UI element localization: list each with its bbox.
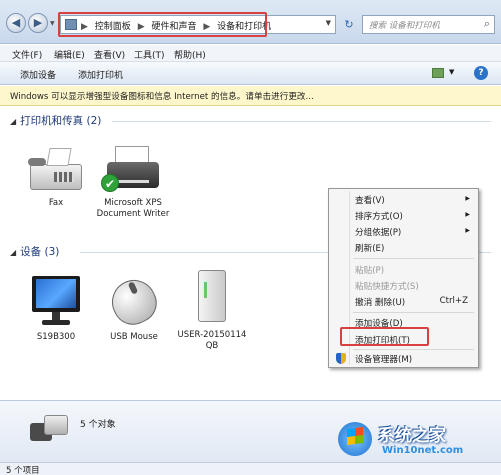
printer-icon: ✔: [101, 146, 163, 194]
info-bar[interactable]: Windows 可以显示增强型设备图标和信息 Internet 的信息。请单击进…: [0, 86, 501, 106]
add-device-button[interactable]: 添加设备: [20, 68, 56, 81]
devices-group-label: 设备 (3): [20, 246, 60, 258]
forward-arrow-icon[interactable]: ▶: [28, 13, 48, 33]
menu-file[interactable]: 文件(F): [12, 48, 42, 61]
device-computer[interactable]: USER-20150114 QB: [172, 270, 252, 352]
device-label: Microsoft XPS Document Writer: [96, 198, 170, 219]
menu-item-shortcut: Ctrl+Z: [439, 296, 468, 306]
change-view-icon[interactable]: [432, 68, 444, 78]
menu-item-label: 排序方式(O): [355, 212, 403, 222]
device-label: S19B300: [36, 332, 76, 342]
devices-group-header[interactable]: ◢ 设备 (3): [10, 244, 59, 259]
menu-item-label: 查看(V): [355, 196, 385, 206]
search-icon[interactable]: ⌕: [484, 17, 490, 31]
monitor-icon: [28, 276, 84, 328]
object-count: 5 个对象: [80, 420, 116, 430]
watermark: 系统之家 Win10net.com: [338, 418, 498, 464]
search-input[interactable]: 搜索 设备和打印机 ⌕: [362, 15, 495, 34]
menu-item-device-manager[interactable]: 设备管理器(M): [331, 351, 476, 366]
device-xps-writer[interactable]: ✔ Microsoft XPS Document Writer: [93, 146, 173, 220]
menu-item-label: 撤消 删除(U): [355, 298, 406, 308]
menu-item-paste: 粘贴(P): [331, 262, 476, 277]
submenu-arrow-icon: ▶: [465, 227, 470, 234]
command-bar: 添加设备 添加打印机 ▼ ?: [0, 62, 501, 85]
menu-item-sort[interactable]: 排序方式(O) ▶: [331, 208, 476, 223]
menu-item-group-by[interactable]: 分组依据(P) ▶: [331, 224, 476, 239]
menu-item-label: 设备管理器(M): [355, 355, 413, 365]
shield-icon: [336, 353, 346, 364]
device-label: USER-20150114 QB: [177, 330, 247, 351]
refresh-icon[interactable]: ↻: [340, 16, 358, 33]
device-label: USB Mouse: [110, 332, 158, 342]
group-divider: [112, 121, 491, 122]
collapse-triangle-icon[interactable]: ◢: [10, 248, 16, 257]
watermark-url: Win10net.com: [382, 445, 464, 456]
search-placeholder: 搜索 设备和打印机: [369, 21, 440, 31]
add-printer-highlight-box: [340, 327, 429, 346]
menu-edit[interactable]: 编辑(E): [54, 48, 85, 61]
fax-icon: [26, 146, 86, 194]
address-dropdown-icon[interactable]: ▼: [326, 19, 331, 27]
menu-item-refresh[interactable]: 刷新(E): [331, 240, 476, 255]
menu-tools[interactable]: 工具(T): [134, 48, 165, 61]
menu-separator: [353, 349, 474, 350]
devices-camera-icon: [30, 413, 68, 447]
menu-item-label: 粘贴快捷方式(S): [355, 282, 419, 292]
mouse-icon: [104, 272, 164, 332]
breadcrumb-highlight-box: [58, 12, 267, 37]
menu-item-view[interactable]: 查看(V) ▶: [331, 192, 476, 207]
watermark-title: 系统之家: [378, 426, 446, 446]
windows-flag-icon: [347, 426, 363, 446]
info-bar-text: Windows 可以显示增强型设备图标和信息 Internet 的信息。请单击进…: [10, 92, 314, 102]
printers-group-header[interactable]: ◢ 打印机和传真 (2): [10, 113, 101, 128]
recent-pages-dropdown-icon[interactable]: ▼: [50, 20, 55, 27]
computer-icon: [192, 270, 232, 326]
add-printer-button[interactable]: 添加打印机: [78, 68, 123, 81]
submenu-arrow-icon: ▶: [465, 195, 470, 202]
menu-item-label: 分组依据(P): [355, 228, 402, 238]
menu-separator: [353, 258, 474, 259]
menu-bar: 文件(F) 编辑(E) 查看(V) 工具(T) 帮助(H): [0, 45, 501, 62]
device-label: Fax: [48, 198, 64, 208]
menu-item-label: 刷新(E): [355, 244, 385, 254]
device-fax[interactable]: Fax: [16, 146, 96, 209]
default-printer-check-icon: ✔: [101, 174, 119, 192]
collapse-triangle-icon[interactable]: ◢: [10, 117, 16, 126]
item-count: 5 个项目: [6, 466, 40, 475]
submenu-arrow-icon: ▶: [465, 211, 470, 218]
menu-item-label: 粘贴(P): [355, 266, 385, 276]
view-dropdown-icon[interactable]: ▼: [449, 68, 454, 76]
menu-separator: [353, 312, 474, 313]
menu-view[interactable]: 查看(V): [94, 48, 125, 61]
help-icon[interactable]: ?: [474, 66, 488, 80]
menu-help[interactable]: 帮助(H): [174, 48, 206, 61]
printers-group-label: 打印机和传真 (2): [20, 115, 102, 127]
menu-item-undo-delete[interactable]: 撤消 删除(U) Ctrl+Z: [331, 294, 476, 309]
address-toolbar: ◀ ▶ ▼ ▶ 控制面板 ▶ 硬件和声音 ▶ 设备和打印机 ▼ ↻ 搜索 设备和…: [0, 0, 501, 44]
device-monitor[interactable]: S19B300: [16, 276, 96, 343]
menu-item-paste-shortcut: 粘贴快捷方式(S): [331, 278, 476, 293]
device-usb-mouse[interactable]: USB Mouse: [94, 272, 174, 343]
back-arrow-icon[interactable]: ◀: [6, 13, 26, 33]
